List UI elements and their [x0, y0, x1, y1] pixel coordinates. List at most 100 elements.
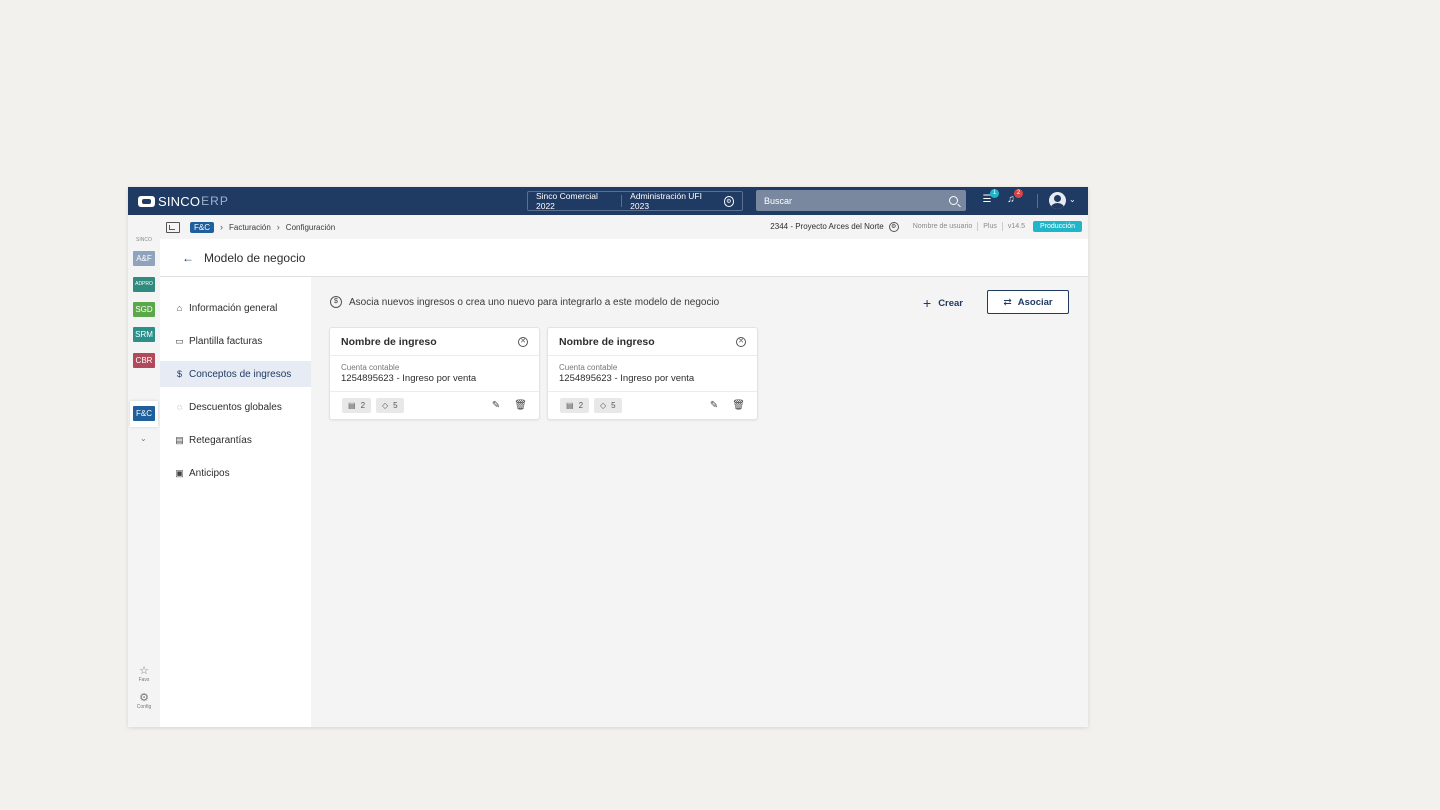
logo-suffix: ERP — [201, 194, 229, 208]
favorites-label: Favs — [138, 677, 150, 683]
modules-sidebar: SINCO A&F ADPRO SGD SRM CBR F&C ⌄ ☆ Favs… — [128, 215, 160, 727]
project-name[interactable]: 2344 - Proyecto Arces del Norte — [770, 222, 883, 231]
content-area: $ Asocia nuevos ingresos o crea uno nuev… — [311, 277, 1088, 727]
nav-item-anticipos[interactable]: ▣ Anticipos — [160, 460, 311, 486]
documents-count: 2 — [578, 401, 584, 410]
discount-icon: ◌ — [176, 402, 183, 412]
nav-item-conceptos-de-ingresos[interactable]: $ Conceptos de ingresos — [160, 361, 311, 387]
tasks-badge: 1 — [990, 189, 999, 198]
environment-badge: Producción — [1032, 221, 1082, 232]
card-header: Nombre de ingreso ✕ — [548, 328, 757, 356]
tags-chip[interactable]: ◇ 5 — [376, 398, 404, 413]
dollar-circle-icon: $ — [330, 296, 342, 308]
nav-item-label: Información general — [189, 302, 278, 314]
nav-item-informacion-general[interactable]: ⌂ Información general — [160, 295, 311, 321]
module-adpro[interactable]: ADPRO — [133, 277, 155, 292]
home-icon: ⌂ — [176, 303, 183, 313]
admin-name: Administración UFI 2023 — [630, 191, 702, 211]
nav-item-retegarantias[interactable]: ▤ Retegarantías — [160, 427, 311, 453]
edit-pencil-icon[interactable]: ✎ — [710, 400, 718, 411]
search-box[interactable] — [756, 190, 966, 211]
breadcrumb-item-facturacion[interactable]: Facturación — [229, 223, 271, 232]
divider — [977, 222, 979, 231]
avatar[interactable] — [1049, 192, 1066, 209]
company-name: Sinco Comercial 2022 — [536, 191, 598, 211]
template-icon: ▭ — [175, 335, 184, 346]
notifications-badge: 2 — [1014, 189, 1023, 198]
nav-item-plantilla-facturas[interactable]: ▭ Plantilla facturas — [160, 328, 311, 354]
module-fc[interactable]: F&C — [133, 406, 155, 421]
module-cbr[interactable]: CBR — [133, 353, 155, 368]
close-circle-icon[interactable]: ✕ — [518, 336, 528, 347]
document-icon: ▤ — [348, 401, 356, 410]
income-card: Nombre de ingreso ✕ Cuenta contable 1254… — [329, 327, 540, 420]
logo-brand: SINCO — [158, 193, 201, 209]
chevron-down-icon[interactable]: ⌄ — [1069, 195, 1076, 204]
documents-chip[interactable]: ▤ 2 — [342, 398, 372, 413]
tags-chip[interactable]: ◇ 5 — [594, 398, 622, 413]
swap-icon: ⇄ — [1003, 296, 1012, 308]
notifications-button[interactable]: ♫ 2 — [1003, 189, 1023, 208]
back-arrow-icon[interactable]: ← — [182, 251, 194, 265]
config-label: Config — [136, 704, 152, 710]
trash-icon[interactable]: 🗑 — [514, 400, 527, 411]
settings-circle-icon[interactable]: ⚙ — [888, 221, 899, 232]
plan-label: Plus — [983, 223, 997, 230]
page-header: ← Modelo de negocio — [160, 239, 1088, 277]
associate-button-label: Asociar — [1017, 296, 1053, 308]
divider — [1001, 222, 1003, 231]
nav-item-descuentos-globales[interactable]: ◌ Descuentos globales — [160, 394, 311, 420]
logo[interactable]: SINCO ERP — [138, 193, 229, 209]
chevron-right-icon: › — [276, 222, 280, 232]
associate-button[interactable]: ⇄ Asociar — [987, 290, 1069, 314]
module-tag[interactable]: F&C — [190, 221, 214, 233]
module-af[interactable]: A&F — [133, 251, 155, 266]
archive-icon: ▣ — [175, 467, 184, 478]
section-nav: ⌂ Información general ▭ Plantilla factur… — [160, 277, 311, 727]
tag-icon: ◇ — [600, 401, 607, 410]
tasks-button[interactable]: ☰ 1 — [979, 189, 999, 208]
breadcrumb-item-configuracion: Configuración — [285, 222, 336, 232]
account-label: Cuenta contable — [559, 363, 618, 372]
star-icon: ☆ — [139, 665, 149, 677]
create-button-label: Crear — [938, 297, 964, 309]
intro-message: $ Asocia nuevos ingresos o crea uno nuev… — [330, 296, 719, 308]
expand-icon[interactable] — [166, 221, 180, 233]
gear-icon: ⚙ — [139, 692, 149, 704]
modules-header: SINCO — [136, 237, 152, 243]
card-title: Nombre de ingreso — [559, 335, 655, 348]
account-label: Cuenta contable — [341, 363, 400, 372]
create-button[interactable]: + Crear — [923, 292, 963, 314]
company-selector[interactable]: Sinco Comercial 2022 Administración UFI … — [527, 191, 743, 211]
documents-chip[interactable]: ▤ 2 — [560, 398, 590, 413]
card-title: Nombre de ingreso — [341, 335, 437, 348]
nav-item-label: Plantilla facturas — [189, 335, 263, 347]
tags-count: 5 — [393, 401, 398, 410]
card-footer: ▤ 2 ◇ 5 ✎ 🗑 — [330, 392, 539, 419]
nav-item-label: Conceptos de ingresos — [189, 368, 292, 380]
module-sgd[interactable]: SGD — [133, 302, 155, 317]
favorites-button[interactable]: ☆ Favs — [128, 665, 160, 684]
search-icon[interactable] — [949, 196, 958, 205]
tag-icon: ◇ — [382, 401, 389, 410]
logo-icon — [138, 195, 155, 207]
income-card: Nombre de ingreso ✕ Cuenta contable 1254… — [547, 327, 758, 420]
nav-item-label: Anticipos — [189, 467, 230, 479]
chevron-down-icon[interactable]: ⌄ — [140, 434, 147, 443]
account-value: 1254895623 - Ingreso por venta — [341, 373, 477, 384]
divider — [621, 195, 623, 207]
close-circle-icon[interactable]: ✕ — [736, 336, 746, 347]
edit-pencil-icon[interactable]: ✎ — [492, 400, 500, 411]
trash-icon[interactable]: 🗑 — [732, 400, 745, 411]
documents-count: 2 — [360, 401, 366, 410]
config-button[interactable]: ⚙ Config — [128, 692, 160, 711]
document-icon: ▤ — [566, 401, 574, 410]
chevron-right-icon: › — [220, 222, 223, 232]
dollar-circle-icon: $ — [176, 369, 182, 379]
card-header: Nombre de ingreso ✕ — [330, 328, 539, 356]
module-srm[interactable]: SRM — [133, 327, 155, 342]
app-window: SINCO ERP Sinco Comercial 2022 Administr… — [128, 187, 1088, 727]
tags-count: 5 — [611, 401, 616, 410]
search-input[interactable] — [764, 195, 949, 206]
settings-circle-icon: ⚙ — [723, 195, 734, 207]
